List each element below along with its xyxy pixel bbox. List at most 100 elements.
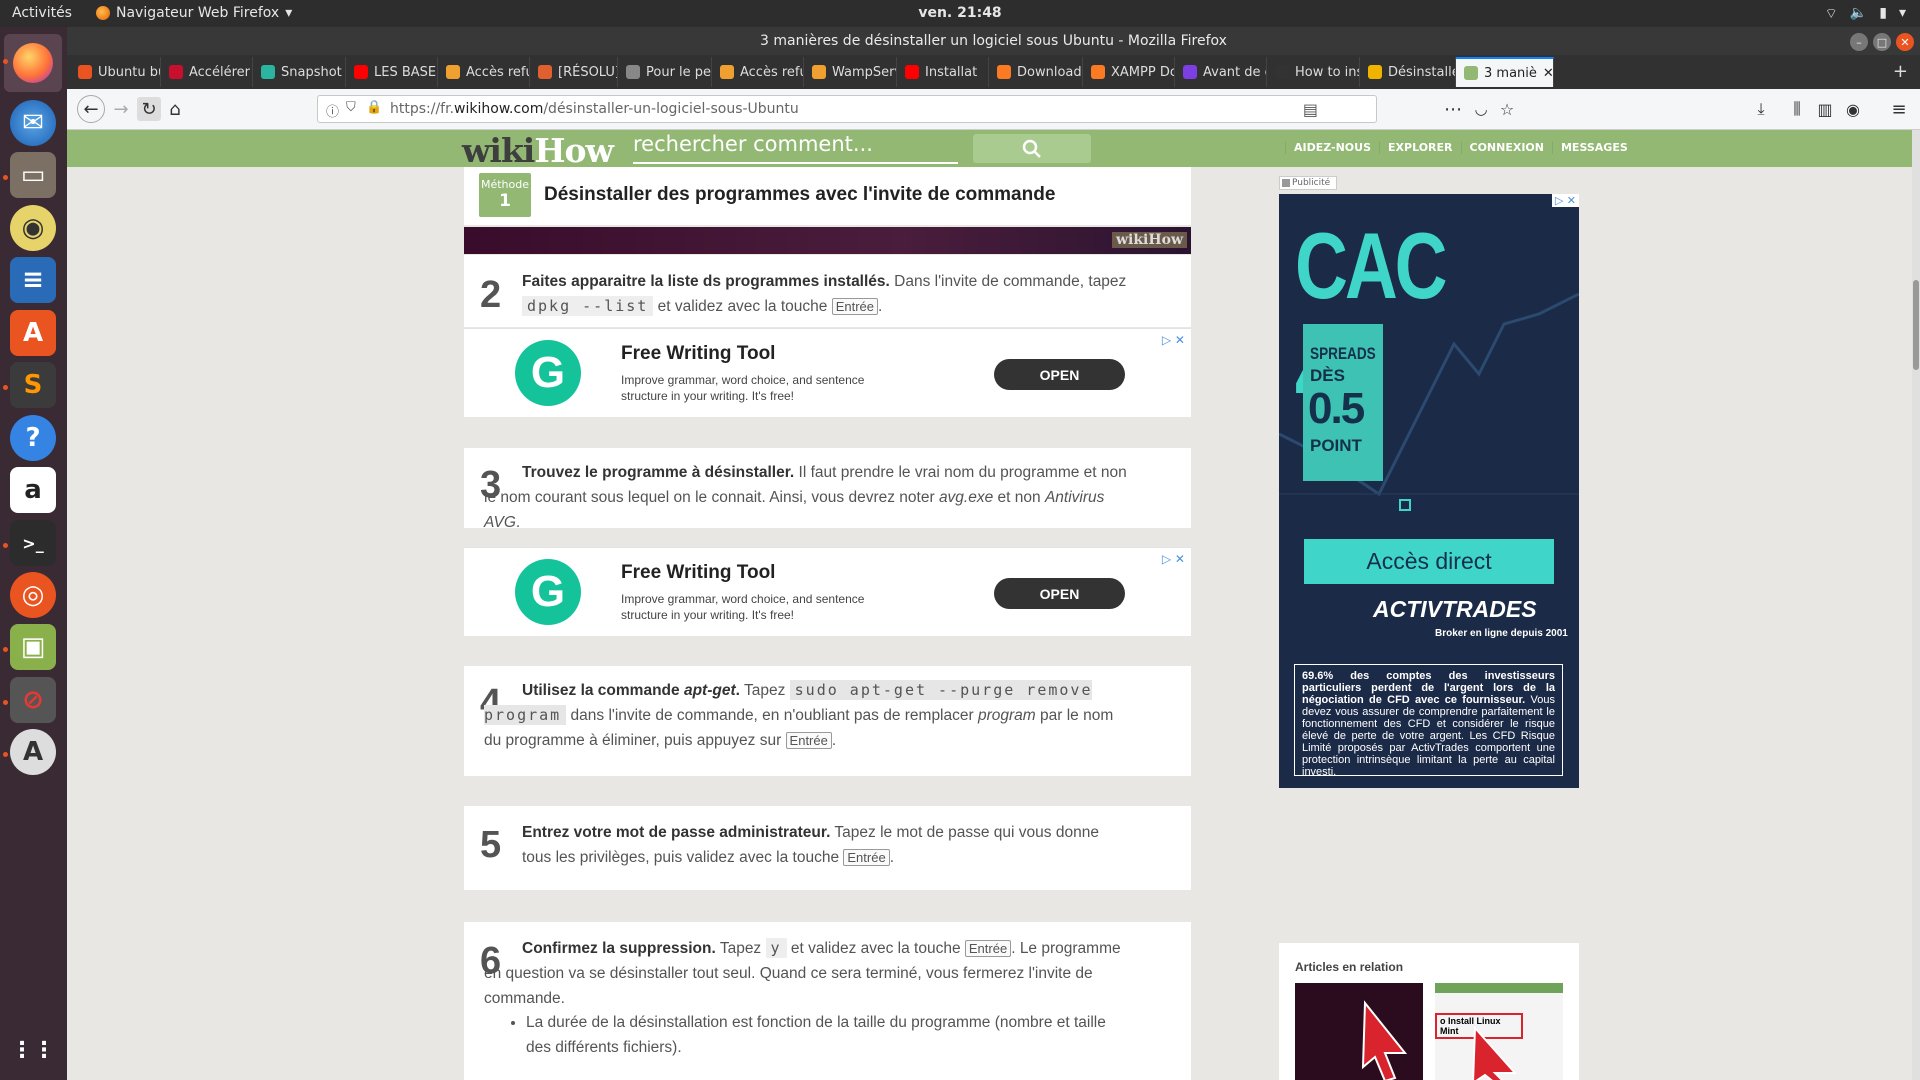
related-title: Articles en relation: [1295, 960, 1404, 974]
tab-favicon-icon: [905, 65, 919, 79]
expand-icon[interactable]: [1399, 499, 1411, 511]
rhythmbox-launcher-icon[interactable]: ◉: [10, 205, 56, 251]
tab-favicon-icon: [812, 65, 826, 79]
system-tray[interactable]: ⌔ 🔈 ▮ ▾: [1825, 5, 1906, 23]
info-icon[interactable]: ⓘ: [326, 101, 339, 120]
minimize-icon[interactable]: –: [1850, 33, 1868, 51]
tab-item[interactable]: Ubuntu bu: [70, 57, 161, 87]
close-icon[interactable]: ✕: [1896, 33, 1914, 51]
tab-label: Accès refu: [466, 64, 530, 80]
ad-title: Free Writing Tool: [621, 562, 776, 583]
tab-favicon-icon: [997, 65, 1011, 79]
lock-icon[interactable]: 🔒: [366, 100, 382, 115]
tab-label: Installat: [925, 64, 978, 80]
ad-banner-1[interactable]: G Free Writing Tool Improve grammar, wor…: [464, 328, 1191, 417]
tab-favicon-icon: [1183, 65, 1197, 79]
tab-item[interactable]: Pour le peuple: [618, 57, 712, 87]
nav-messages[interactable]: MESSAGES: [1551, 141, 1636, 154]
brand-tagline: Broker en ligne depuis 2001: [1435, 628, 1568, 639]
grammarly-logo: G: [515, 340, 581, 406]
nav-aidez-nous[interactable]: AIDEZ-NOUS: [1285, 141, 1379, 154]
maximize-icon[interactable]: □: [1873, 33, 1891, 51]
tab-item[interactable]: Accélérer: [161, 57, 253, 87]
tab-item[interactable]: LES BASES: [346, 57, 438, 87]
writer-launcher-icon[interactable]: ≡: [10, 257, 56, 303]
ad-close-icon[interactable]: ▷ ✕: [1551, 194, 1579, 207]
app-menu[interactable]: Navigateur Web Firefox ▾: [96, 5, 292, 21]
sidebar-advertisement[interactable]: CAC 40 SPREADS DÈS 0.5 POINT ▷ ✕ Accès d…: [1279, 194, 1579, 788]
back-icon[interactable]: ←: [77, 95, 105, 123]
software-center-launcher-icon[interactable]: A: [10, 310, 56, 356]
ad-open-button[interactable]: OPEN: [994, 359, 1125, 390]
tab-item[interactable]: Désinstalle: [1360, 57, 1456, 87]
close-tab-icon[interactable]: ✕: [1543, 66, 1553, 81]
wikihow-header: wikiHow rechercher comment... AIDEZ-NOUS…: [67, 130, 1920, 170]
tab-item[interactable]: How to ins: [1267, 57, 1360, 87]
tracking-shield-icon[interactable]: ⛉: [346, 100, 356, 115]
tab-item[interactable]: [RÉSOLU]: [530, 57, 618, 87]
home-icon[interactable]: ⌂: [163, 97, 187, 121]
page-scrollbar[interactable]: [1912, 130, 1920, 1080]
ubuntu-launcher-icon[interactable]: ◎: [10, 572, 56, 618]
updater-launcher-icon[interactable]: A: [10, 729, 56, 775]
ad-cta-button[interactable]: Accès direct: [1304, 539, 1554, 584]
tab-item[interactable]: Avant de c: [1175, 57, 1267, 87]
scrollbar-thumb[interactable]: [1913, 280, 1919, 370]
search-button[interactable]: [973, 134, 1091, 163]
amazon-launcher-icon[interactable]: a: [10, 467, 56, 513]
reader-view-icon[interactable]: ▤: [1303, 100, 1318, 119]
image-viewer-launcher-icon[interactable]: ▣: [10, 624, 56, 670]
pocket-icon[interactable]: ◡: [1469, 97, 1493, 121]
tab-label: 3 maniè: [1484, 65, 1537, 81]
tab-item[interactable]: XAMPP Do: [1083, 57, 1175, 87]
tab-item[interactable]: Download: [989, 57, 1083, 87]
bullet-item: La durée de la désinstallation est fonct…: [526, 1010, 1131, 1060]
clock[interactable]: ven. 21:48: [918, 5, 1001, 21]
blocked-app-launcher-icon[interactable]: ⊘: [10, 677, 56, 723]
tab-item[interactable]: Accès refu: [438, 57, 530, 87]
reload-icon[interactable]: ↻: [137, 97, 161, 121]
downloads-icon[interactable]: ⤓: [1749, 97, 1773, 121]
tab-item[interactable]: Installat: [897, 57, 989, 87]
nav-connexion[interactable]: CONNEXION: [1460, 141, 1552, 154]
search-input[interactable]: rechercher comment...: [633, 132, 958, 164]
account-icon[interactable]: ◉: [1841, 97, 1865, 121]
ad-open-button[interactable]: OPEN: [994, 578, 1125, 609]
related-thumb-1[interactable]: [1295, 983, 1423, 1080]
sublime-text-launcher-icon[interactable]: S: [10, 362, 56, 408]
tab-label: LES BASES: [374, 64, 438, 80]
firefox-launcher-icon[interactable]: [4, 34, 62, 92]
thunderbird-launcher-icon[interactable]: ✉: [10, 100, 56, 146]
bookmark-star-icon[interactable]: ☆: [1495, 97, 1519, 121]
wikihow-logo[interactable]: wikiHow: [462, 131, 614, 170]
files-launcher-icon[interactable]: ▭: [10, 152, 56, 198]
sidebar-icon[interactable]: ▥: [1813, 97, 1837, 121]
tab-item[interactable]: Snapshot: [253, 57, 346, 87]
tab-favicon-icon: [354, 65, 368, 79]
new-tab-icon[interactable]: +: [1893, 61, 1908, 82]
tab-favicon-icon: [169, 65, 183, 79]
show-applications-icon[interactable]: ⋮⋮: [10, 1027, 56, 1073]
tab-label: Pour le peuple: [646, 64, 712, 80]
navigation-toolbar: ← → ↻ ⌂ ⓘ ⛉ 🔒 https://fr.wikihow.com/dés…: [67, 89, 1920, 130]
activities-button[interactable]: Activités: [12, 5, 72, 21]
tab-item[interactable]: WampServ: [804, 57, 897, 87]
forward-icon[interactable]: →: [109, 97, 133, 121]
ad-banner-2[interactable]: G Free Writing Tool Improve grammar, wor…: [464, 547, 1191, 636]
related-thumb-2[interactable]: o Install Linux Mint: [1435, 983, 1563, 1080]
terminal-launcher-icon[interactable]: >_: [10, 520, 56, 566]
ad-close-icon[interactable]: ▷ ✕: [1162, 552, 1185, 566]
nav-explorer[interactable]: EXPLORER: [1379, 141, 1460, 154]
hamburger-menu-icon[interactable]: ≡: [1887, 97, 1911, 121]
url-bar[interactable]: ⓘ ⛉ 🔒 https://fr.wikihow.com/désinstalle…: [317, 95, 1377, 123]
library-icon[interactable]: ⫼: [1785, 97, 1809, 121]
tab-item[interactable]: 3 maniè ✕: [1456, 57, 1554, 87]
ad-title: Free Writing Tool: [621, 343, 776, 364]
tab-favicon-icon: [1275, 65, 1289, 79]
help-launcher-icon[interactable]: ?: [10, 415, 56, 461]
page-actions-icon[interactable]: ⋯: [1441, 97, 1465, 121]
page-viewport: wikiHow rechercher comment... AIDEZ-NOUS…: [67, 130, 1920, 1080]
tab-item[interactable]: Accès refu: [712, 57, 804, 87]
firefox-icon: [96, 6, 110, 20]
ad-close-icon[interactable]: ▷ ✕: [1162, 333, 1185, 347]
